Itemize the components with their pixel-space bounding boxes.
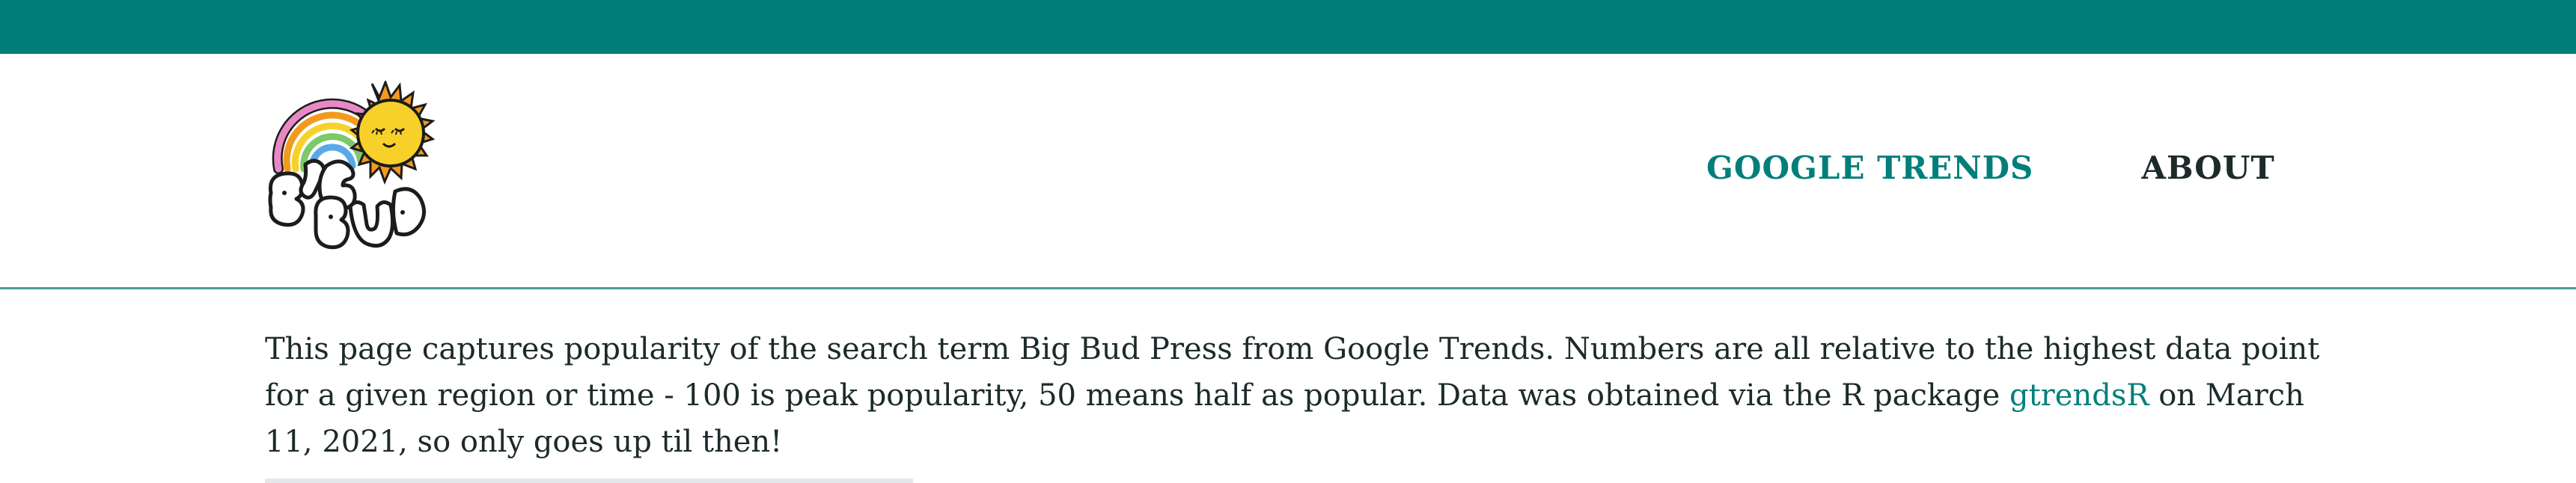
content-divider (265, 479, 913, 483)
big-bud-logo-icon (268, 79, 436, 250)
intro-paragraph: This page captures popularity of the sea… (265, 326, 2331, 465)
gtrendsr-link[interactable]: gtrendsR (2009, 378, 2149, 413)
big-bud-logo[interactable] (263, 79, 443, 260)
nav-link-about[interactable]: ABOUT (2141, 150, 2274, 186)
top-accent-bar (0, 0, 2576, 54)
main-nav: GOOGLE TRENDS ABOUT (1706, 150, 2275, 186)
nav-link-google-trends[interactable]: GOOGLE TRENDS (1706, 150, 2033, 186)
site-header: GOOGLE TRENDS ABOUT (0, 54, 2576, 289)
